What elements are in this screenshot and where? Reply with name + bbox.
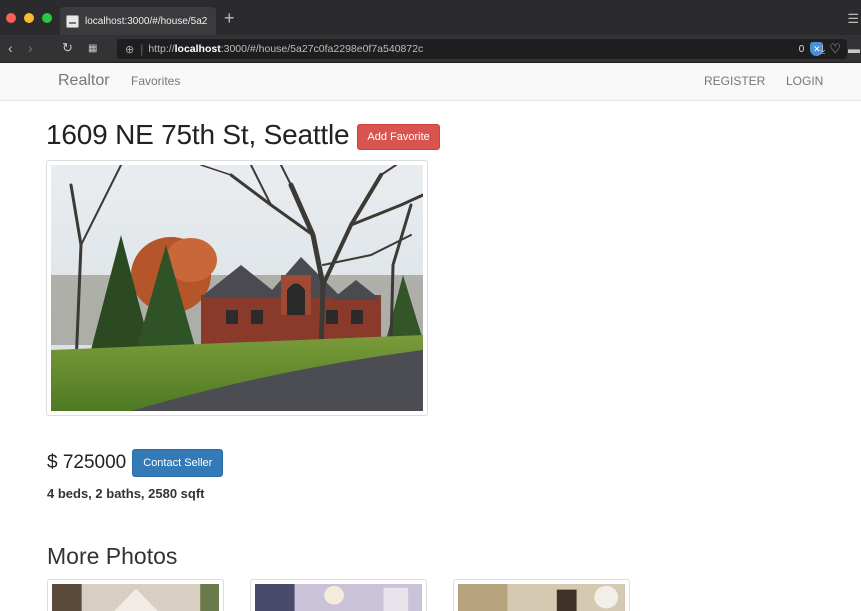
new-tab-plus-icon[interactable]: +: [224, 9, 235, 27]
nav-register[interactable]: REGISTER: [704, 74, 765, 88]
close-window-button[interactable]: [6, 13, 16, 23]
address-bar[interactable]: ⊕ | http://localhost:3000/#/house/5a27c0…: [117, 39, 847, 59]
nav-login[interactable]: LOGIN: [786, 74, 823, 88]
maximize-window-button[interactable]: [42, 13, 52, 23]
price-value: $ 725000: [47, 452, 127, 473]
url-text: http://localhost:3000/#/house/5a27c0fa22…: [148, 43, 424, 55]
house-photo: [51, 165, 423, 411]
house-details: 4 beds, 2 baths, 2580 sqft: [47, 486, 205, 501]
brand-link[interactable]: Realtor: [58, 72, 110, 90]
add-favorite-button[interactable]: Add Favorite: [357, 124, 440, 150]
menu-icon[interactable]: ☰: [847, 11, 859, 27]
page-title: 1609 NE 75th St, Seattle: [46, 119, 350, 150]
main-photo-thumbnail: [46, 160, 428, 416]
photo-thumbnail[interactable]: [250, 579, 427, 611]
forward-icon[interactable]: ›: [28, 40, 33, 56]
reload-icon[interactable]: ↻: [62, 40, 73, 56]
tab-title: localhost:3000/#/house/5a2: [85, 15, 208, 27]
nav-favorites[interactable]: Favorites: [131, 74, 180, 88]
heart-icon[interactable]: ♡: [829, 41, 841, 57]
contact-seller-button[interactable]: Contact Seller: [132, 449, 224, 477]
app-navbar: Realtor Favorites REGISTER LOGIN: [0, 63, 861, 101]
browser-toolbar: ‹ › ↻ ▦ ⊕ | http://localhost:3000/#/hous…: [0, 35, 861, 63]
interior-photo-3: [458, 584, 625, 611]
browser-tab[interactable]: localhost:3000/#/house/5a2: [60, 7, 216, 35]
interior-photo-1: [52, 584, 219, 611]
minimize-window-button[interactable]: [24, 13, 34, 23]
interior-photo-2: [255, 584, 422, 611]
globe-icon: ⊕: [125, 43, 135, 56]
browser-tab-bar: localhost:3000/#/house/5a2 + ☰: [0, 0, 861, 35]
blocker-count: 0: [798, 43, 805, 55]
back-icon[interactable]: ‹: [8, 40, 13, 56]
favicon-icon: [66, 14, 79, 28]
download-icon[interactable]: ⤓: [820, 41, 825, 57]
speed-dial-icon[interactable]: ▦: [88, 41, 97, 57]
price-row: $ 725000 Contact Seller: [47, 449, 224, 477]
url-separator: |: [140, 42, 144, 56]
listing-header: 1609 NE 75th St, Seattle Add Favorite: [46, 119, 440, 151]
photo-thumbnail[interactable]: [47, 579, 224, 611]
battery-icon: ▬: [848, 42, 860, 56]
more-photos-heading: More Photos: [47, 543, 178, 569]
photo-thumbnail[interactable]: [453, 579, 630, 611]
